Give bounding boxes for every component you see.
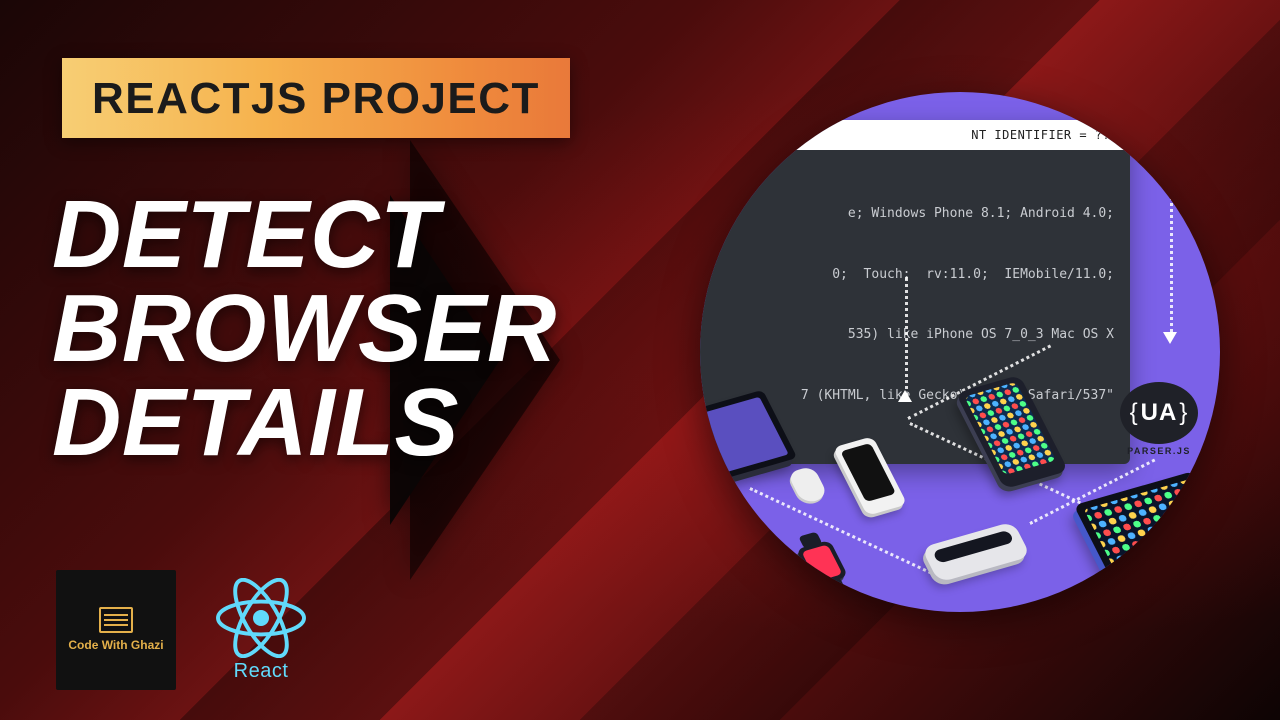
headline-line-1: DETECT (52, 188, 557, 282)
headline: DETECT BROWSER DETAILS (52, 188, 557, 470)
terminal-line: 0; Touch; rv:11.0; IEMobile/11.0; (716, 265, 1114, 285)
channel-logo-icon (99, 607, 133, 633)
terminal-line: e; Windows Phone 8.1; Android 4.0; (716, 204, 1114, 224)
mouse-device-icon (787, 466, 829, 505)
channel-logo: Code With Ghazi (56, 570, 176, 690)
dotted-line (905, 277, 908, 397)
headline-line-3: DETAILS (52, 376, 557, 470)
category-badge-label: REACTJS PROJECT (92, 74, 540, 124)
react-logo: React (216, 578, 306, 683)
ua-parser-sub: PARSER.JS (1116, 446, 1202, 456)
watch-device-icon (796, 540, 849, 586)
vr-headset-device-icon (921, 521, 1031, 582)
arrowhead-down-icon (1163, 332, 1177, 344)
category-badge: REACTJS PROJECT (62, 58, 570, 138)
logo-row: Code With Ghazi React (56, 570, 306, 690)
illustration-circle: NT IDENTIFIER = ??? e; Windows Phone 8.1… (700, 92, 1220, 612)
terminal-line: 7 (KHTML, like Gecko) Mobile Safari/537" (716, 386, 1114, 406)
react-logo-label: React (234, 660, 289, 683)
terminal-line: 535) like iPhone OS 7_0_3 Mac OS X (716, 325, 1114, 345)
ua-parser-badge: {UA} PARSER.JS (1116, 382, 1202, 456)
react-icon (216, 578, 306, 658)
channel-logo-label: Code With Ghazi (68, 639, 163, 653)
dotted-line (1170, 162, 1173, 337)
headline-line-2: BROWSER (52, 282, 557, 376)
terminal-header: NT IDENTIFIER = ??? (700, 120, 1130, 150)
arrowhead-up-icon (898, 390, 912, 402)
